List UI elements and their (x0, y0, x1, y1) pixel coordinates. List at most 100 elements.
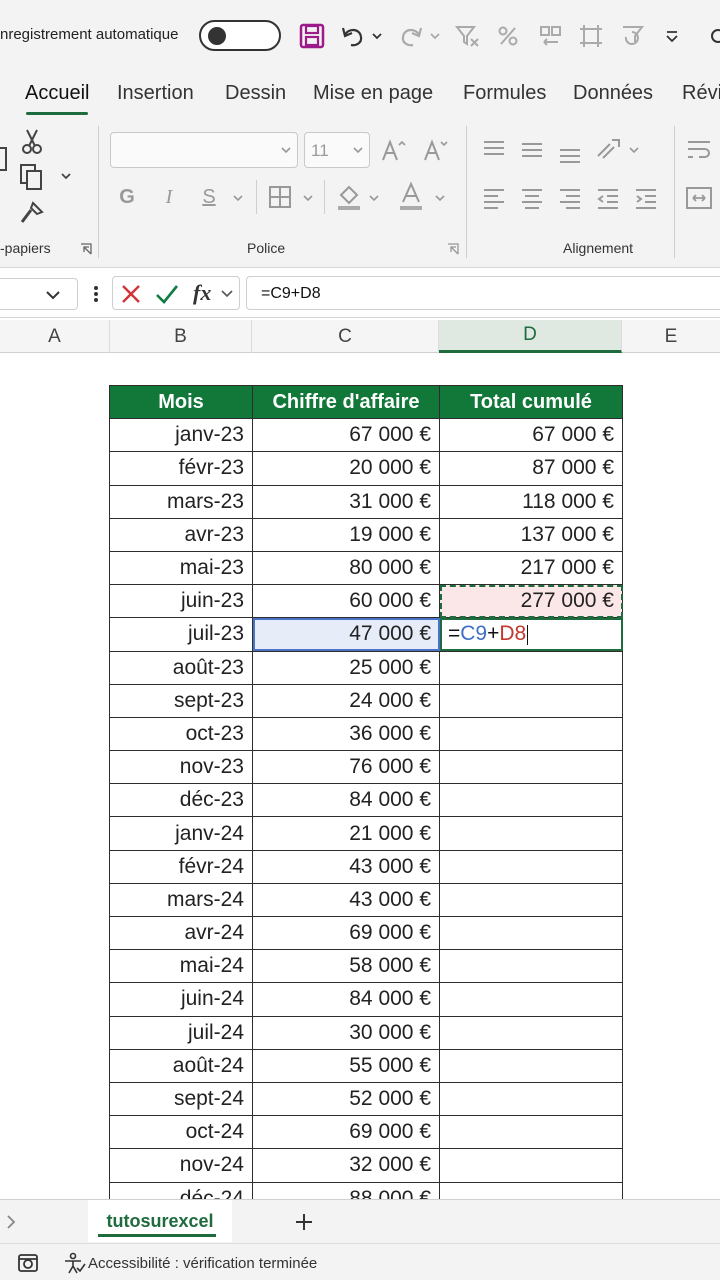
cell-total-cumule[interactable]: 137 000 € (439, 517, 623, 552)
column-header-c[interactable]: C (252, 320, 439, 353)
align-left-icon[interactable] (480, 184, 508, 212)
cell-total-cumule[interactable] (439, 683, 623, 718)
cell-mois[interactable]: août-24 (109, 1048, 253, 1083)
cell-mois[interactable]: mai-23 (109, 550, 253, 586)
chevron-right-icon[interactable] (6, 1214, 16, 1230)
column-header-e[interactable]: E (622, 320, 720, 353)
cell-total-cumule[interactable]: 277 000 € (439, 584, 623, 619)
cell-chiffre-affaire[interactable]: 69 000 € (252, 1115, 440, 1150)
increase-indent-icon[interactable] (632, 184, 660, 212)
cell-total-cumule[interactable] (439, 816, 623, 851)
cell-total-cumule[interactable] (439, 783, 623, 818)
borders-dropdown-icon[interactable] (300, 190, 316, 206)
header-total-cumule[interactable]: Total cumulé (439, 384, 623, 420)
borders-icon[interactable] (266, 182, 294, 212)
accessibility-status[interactable]: Accessibilité : vérification terminée (88, 1255, 317, 1272)
cell-mois[interactable]: avr-24 (109, 915, 253, 951)
cell-chiffre-affaire[interactable]: 52 000 € (252, 1081, 440, 1117)
font-launcher-icon[interactable] (447, 243, 459, 255)
name-box[interactable] (0, 278, 78, 310)
cell-total-cumule[interactable] (439, 982, 623, 1017)
macro-recording-icon[interactable] (17, 1253, 39, 1273)
cell-total-cumule[interactable] (439, 1015, 623, 1050)
orientation-dropdown-icon[interactable] (626, 142, 642, 158)
cell-chiffre-affaire[interactable]: 25 000 € (252, 650, 440, 685)
cell-mois[interactable]: juin-24 (109, 982, 253, 1017)
cell-chiffre-affaire[interactable]: 69 000 € (252, 915, 440, 951)
cell-mois[interactable]: avr-23 (109, 517, 253, 552)
cell-mois[interactable]: juil-24 (109, 1015, 253, 1050)
chevron-down-icon[interactable] (221, 290, 233, 298)
cell-mois[interactable]: juin-23 (109, 584, 253, 619)
font-size-combo[interactable]: 11 (304, 132, 370, 168)
add-sheet-icon[interactable] (294, 1212, 314, 1232)
undo-dropdown-icon[interactable] (370, 18, 384, 54)
cell-total-cumule[interactable]: 217 000 € (439, 550, 623, 586)
customize-toolbar-icon[interactable] (662, 18, 682, 54)
cell-chiffre-affaire[interactable]: 43 000 € (252, 849, 440, 884)
cell-mois[interactable]: mars-23 (109, 484, 253, 519)
cell-total-cumule[interactable]: 118 000 € (439, 484, 623, 519)
wrap-text-icon[interactable] (684, 136, 714, 166)
undo-icon[interactable] (338, 18, 368, 54)
cell-mois[interactable]: nov-24 (109, 1148, 253, 1183)
tab-accueil[interactable]: Accueil (25, 82, 89, 105)
decrease-indent-icon[interactable] (594, 184, 622, 212)
cell-chiffre-affaire[interactable]: 55 000 € (252, 1048, 440, 1083)
cell-chiffre-affaire[interactable]: 43 000 € (252, 882, 440, 918)
cell-total-cumule[interactable] (439, 849, 623, 884)
redo-dropdown-icon[interactable] (428, 18, 442, 54)
cell-chiffre-affaire[interactable]: 36 000 € (252, 716, 440, 752)
paste-icon[interactable] (0, 144, 8, 174)
save-icon[interactable] (296, 18, 328, 54)
tab-formules[interactable]: Formules (463, 82, 546, 105)
header-mois[interactable]: Mois (109, 384, 253, 420)
insert-function-icon[interactable]: fx (193, 280, 211, 306)
increase-font-icon[interactable] (380, 136, 408, 164)
clear-filter-icon[interactable] (452, 18, 482, 54)
italic-icon[interactable]: I (156, 182, 182, 212)
cell-mois[interactable]: déc-24 (109, 1181, 253, 1199)
underline-icon[interactable]: S (196, 182, 222, 212)
formula-input[interactable]: =C9+D8 (246, 276, 720, 310)
fill-dropdown-icon[interactable] (366, 190, 382, 206)
cell-chiffre-affaire[interactable]: 84 000 € (252, 783, 440, 818)
copy-dropdown-icon[interactable] (58, 168, 74, 184)
autosave-toggle[interactable] (199, 20, 281, 51)
cell-mois[interactable]: sept-23 (109, 683, 253, 718)
cell-mois[interactable]: févr-24 (109, 849, 253, 884)
cell-total-cumule[interactable] (439, 1181, 623, 1199)
fill-color-icon[interactable] (334, 180, 364, 212)
font-name-combo[interactable] (110, 132, 298, 168)
cell-total-cumule[interactable]: 67 000 € (439, 418, 623, 453)
clipboard-launcher-icon[interactable] (80, 243, 92, 255)
cell-mois[interactable]: janv-24 (109, 816, 253, 851)
cell-chiffre-affaire[interactable]: 80 000 € (252, 550, 440, 586)
cell-mois[interactable]: oct-23 (109, 716, 253, 752)
enter-icon[interactable] (155, 283, 179, 305)
tab-dessin[interactable]: Dessin (225, 82, 286, 105)
cell-chiffre-affaire[interactable]: 32 000 € (252, 1148, 440, 1183)
cell-total-cumule[interactable] (439, 1148, 623, 1183)
percent-icon[interactable] (494, 18, 522, 54)
copy-icon[interactable] (16, 162, 46, 192)
accessibility-icon[interactable] (62, 1252, 86, 1274)
merge-center-icon[interactable] (684, 184, 714, 212)
cell-chiffre-affaire[interactable]: 21 000 € (252, 816, 440, 851)
tab-donnees[interactable]: Données (573, 82, 653, 105)
cell-total-cumule[interactable]: 87 000 € (439, 451, 623, 486)
cell-mois[interactable]: févr-23 (109, 451, 253, 486)
cell-chiffre-affaire[interactable]: 31 000 € (252, 484, 440, 519)
align-middle-icon[interactable] (518, 136, 546, 164)
cell-mois[interactable]: août-23 (109, 650, 253, 685)
cell-mois[interactable]: janv-23 (109, 418, 253, 453)
cell-total-cumule[interactable] (439, 650, 623, 685)
orientation-icon[interactable] (594, 134, 624, 164)
cell-chiffre-affaire[interactable]: 20 000 € (252, 451, 440, 486)
underline-dropdown-icon[interactable] (230, 190, 246, 206)
tab-insertion[interactable]: Insertion (117, 82, 194, 105)
tab-mise-en-page[interactable]: Mise en page (313, 82, 433, 105)
select-region-icon[interactable] (576, 18, 606, 54)
cell-total-cumule[interactable] (439, 1048, 623, 1083)
cell-chiffre-affaire[interactable]: 67 000 € (252, 418, 440, 453)
